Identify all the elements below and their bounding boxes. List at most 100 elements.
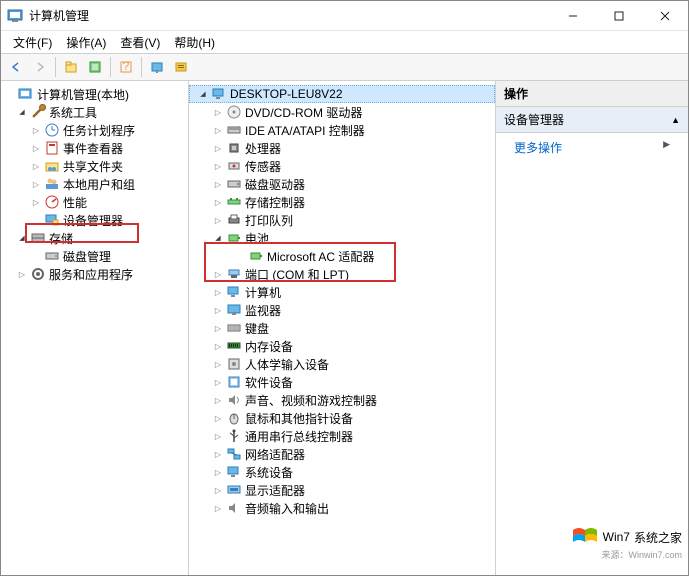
tree-label: Microsoft AC 适配器: [267, 248, 374, 265]
dev-audio[interactable]: 音频输入和输出: [189, 499, 495, 517]
dev-monitors[interactable]: 监视器: [189, 301, 495, 319]
services-icon: [30, 266, 46, 282]
dev-usb[interactable]: 通用串行总线控制器: [189, 427, 495, 445]
tb-icon-2[interactable]: [84, 56, 106, 78]
expander-icon[interactable]: [29, 141, 43, 155]
tree-storage[interactable]: 存储: [1, 229, 188, 247]
dev-dvd[interactable]: DVD/CD-ROM 驱动器: [189, 103, 495, 121]
expander-icon[interactable]: [196, 87, 210, 101]
close-button[interactable]: [642, 1, 688, 31]
expander-icon[interactable]: [211, 213, 225, 227]
dev-software[interactable]: 软件设备: [189, 373, 495, 391]
dev-computers[interactable]: 计算机: [189, 283, 495, 301]
expander-icon[interactable]: [15, 267, 29, 281]
expander-icon[interactable]: [211, 231, 225, 245]
tb-icon-3[interactable]: ?: [115, 56, 137, 78]
dev-network[interactable]: 网络适配器: [189, 445, 495, 463]
app-icon: [7, 8, 23, 24]
expander-icon[interactable]: [211, 285, 225, 299]
expander-icon[interactable]: [211, 447, 225, 461]
actions-section-label: 设备管理器: [504, 111, 564, 128]
dev-disk[interactable]: 磁盘驱动器: [189, 175, 495, 193]
dev-memory[interactable]: 内存设备: [189, 337, 495, 355]
tree-label: 事件查看器: [63, 140, 123, 157]
chevron-right-icon: ▶: [663, 139, 670, 150]
tree-perf[interactable]: 性能: [1, 193, 188, 211]
minimize-button[interactable]: [550, 1, 596, 31]
forward-button[interactable]: [29, 56, 51, 78]
expander-icon[interactable]: [211, 429, 225, 443]
menu-action[interactable]: 操作(A): [60, 32, 112, 53]
expander-icon[interactable]: [211, 375, 225, 389]
expander-icon[interactable]: [211, 141, 225, 155]
tree-root[interactable]: 计算机管理(本地): [1, 85, 188, 103]
dev-ac-adapter[interactable]: Microsoft AC 适配器: [189, 247, 495, 265]
menu-view[interactable]: 查看(V): [114, 32, 166, 53]
expander-icon[interactable]: [211, 393, 225, 407]
menu-help[interactable]: 帮助(H): [168, 32, 221, 53]
expander-icon[interactable]: [15, 231, 29, 245]
tree-label: 电池: [245, 230, 269, 247]
expander-icon[interactable]: [211, 195, 225, 209]
tree-tasksched[interactable]: 任务计划程序: [1, 121, 188, 139]
expander-icon[interactable]: [29, 177, 43, 191]
maximize-button[interactable]: [596, 1, 642, 31]
display-icon: [226, 482, 242, 498]
actions-section[interactable]: 设备管理器 ▲: [496, 107, 688, 133]
dev-battery[interactable]: 电池: [189, 229, 495, 247]
tree-systools[interactable]: 系统工具: [1, 103, 188, 121]
dev-ports[interactable]: 端口 (COM 和 LPT): [189, 265, 495, 283]
expander-icon[interactable]: [15, 105, 29, 119]
usb-icon: [226, 428, 242, 444]
dev-mouse[interactable]: 鼠标和其他指针设备: [189, 409, 495, 427]
expander-icon[interactable]: [211, 465, 225, 479]
expander-icon[interactable]: [211, 267, 225, 281]
dev-hid[interactable]: 人体学输入设备: [189, 355, 495, 373]
tree-label: 任务计划程序: [63, 122, 135, 139]
expander-icon[interactable]: [211, 303, 225, 317]
system-icon: [226, 464, 242, 480]
tree-label: 系统设备: [245, 464, 293, 481]
dev-cpu[interactable]: 处理器: [189, 139, 495, 157]
pc-icon: [211, 86, 227, 102]
expander-icon[interactable]: [211, 123, 225, 137]
dev-system[interactable]: 系统设备: [189, 463, 495, 481]
expander-icon[interactable]: [211, 105, 225, 119]
dev-keyboard[interactable]: 键盘: [189, 319, 495, 337]
dev-display[interactable]: 显示适配器: [189, 481, 495, 499]
back-button[interactable]: [5, 56, 27, 78]
tb-icon-1[interactable]: [60, 56, 82, 78]
expander-icon[interactable]: [211, 483, 225, 497]
expander-icon[interactable]: [211, 321, 225, 335]
dev-ide[interactable]: IDE ATA/ATAPI 控制器: [189, 121, 495, 139]
expander-icon[interactable]: [211, 357, 225, 371]
tree-shared[interactable]: 共享文件夹: [1, 157, 188, 175]
tb-icon-5[interactable]: [170, 56, 192, 78]
expander-icon[interactable]: [211, 159, 225, 173]
dev-sensor[interactable]: 传感器: [189, 157, 495, 175]
dev-printq[interactable]: 打印队列: [189, 211, 495, 229]
expander-icon[interactable]: [29, 195, 43, 209]
expander-icon[interactable]: [29, 123, 43, 137]
expander-icon[interactable]: [211, 177, 225, 191]
tree-services[interactable]: 服务和应用程序: [1, 265, 188, 283]
dev-computer[interactable]: DESKTOP-LEU8V22: [189, 85, 495, 103]
expander-icon[interactable]: [211, 501, 225, 515]
left-pane[interactable]: 计算机管理(本地) 系统工具 任务计划程序 事件查看器 共享文件夹 本地用户和组: [1, 81, 189, 575]
tree-devmgr[interactable]: 设备管理器: [1, 211, 188, 229]
expander-icon[interactable]: [211, 339, 225, 353]
tree-localusers[interactable]: 本地用户和组: [1, 175, 188, 193]
memory-icon: [226, 338, 242, 354]
expander-icon[interactable]: [211, 411, 225, 425]
tree-diskmgmt[interactable]: 磁盘管理: [1, 247, 188, 265]
tree-eventvwr[interactable]: 事件查看器: [1, 139, 188, 157]
tb-icon-4[interactable]: [146, 56, 168, 78]
more-actions[interactable]: 更多操作 ▶: [496, 133, 688, 162]
dev-sound[interactable]: 声音、视频和游戏控制器: [189, 391, 495, 409]
menu-file[interactable]: 文件(F): [7, 32, 58, 53]
middle-pane[interactable]: DESKTOP-LEU8V22 DVD/CD-ROM 驱动器 IDE ATA/A…: [189, 81, 496, 575]
expander-icon[interactable]: [29, 159, 43, 173]
menubar: 文件(F) 操作(A) 查看(V) 帮助(H): [1, 31, 688, 53]
expander-icon: [29, 249, 43, 263]
dev-storctrl[interactable]: 存储控制器: [189, 193, 495, 211]
